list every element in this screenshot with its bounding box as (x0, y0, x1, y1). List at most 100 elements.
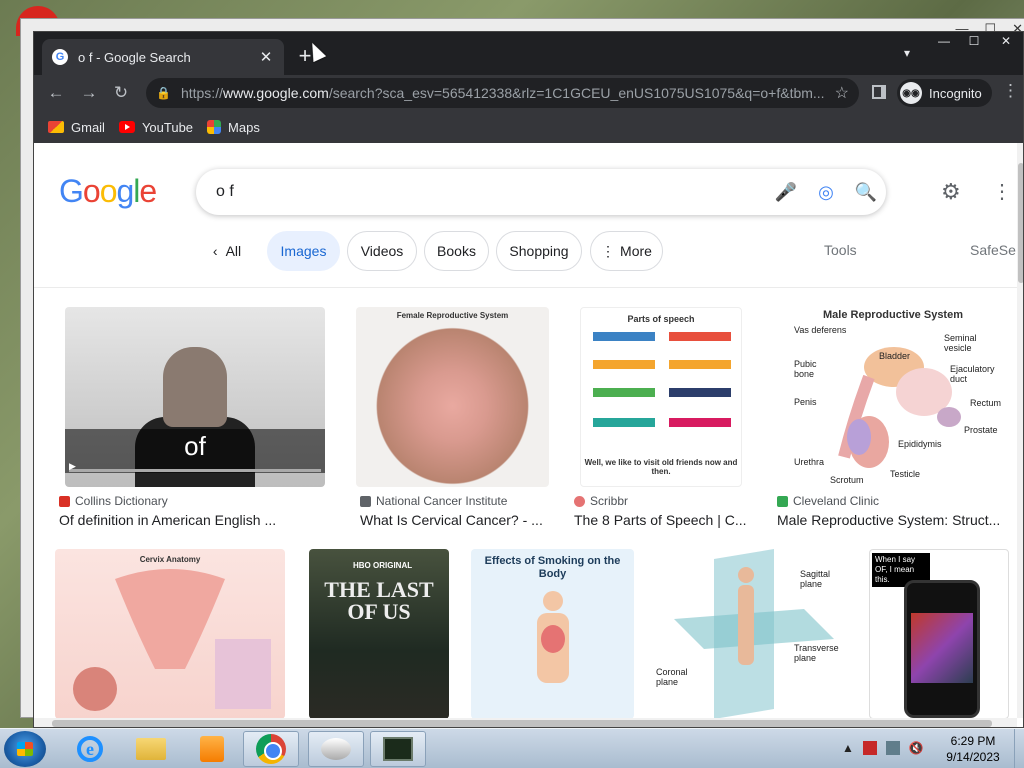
result-title-scribbr[interactable]: The 8 Parts of Speech | C... (574, 512, 754, 528)
result-source-collins[interactable]: Collins Dictionary (59, 494, 168, 508)
chevron-left-icon: ‹ (212, 243, 218, 259)
tab-search-dropdown-icon[interactable]: ▾ (904, 46, 910, 60)
settings-gear-icon[interactable]: ⚙ (941, 179, 961, 205)
image-title: THE LAST OF US (324, 577, 434, 624)
maximize-icon[interactable]: ☐ (959, 32, 989, 50)
pos-row-shape (593, 332, 655, 341)
result-image-nci[interactable]: Female Reproductive System (356, 307, 549, 487)
result-image-collins[interactable]: of ▶ (65, 307, 325, 487)
result-image-cervix[interactable]: Cervix Anatomy (55, 549, 285, 718)
volume-muted-icon[interactable]: 🔇 (909, 741, 924, 755)
system-clock[interactable]: 6:29 PM 9/14/2023 (940, 733, 1006, 765)
cervix-illustration (73, 569, 271, 711)
url-text[interactable]: https://www.google.com/search?sca_esv=56… (181, 85, 835, 101)
taskbar-terminal[interactable] (370, 731, 426, 767)
result-image-smoking[interactable]: Effects of Smoking on the Body (471, 549, 634, 718)
show-hidden-icons-icon[interactable]: ▲ (842, 741, 854, 755)
search-icon[interactable]: 🔍 (846, 182, 886, 203)
minimize-icon[interactable]: — (929, 32, 959, 50)
bookmark-maps[interactable]: Maps (207, 120, 260, 135)
image-header: HBO ORIGINAL (353, 561, 413, 570)
tab-images[interactable]: Images (267, 231, 340, 271)
google-logo[interactable]: Google (59, 173, 157, 210)
bookmark-star-icon[interactable]: ☆ (835, 83, 849, 103)
tools-button[interactable]: Tools (824, 242, 857, 258)
incognito-badge[interactable]: ◉◉ Incognito (897, 79, 992, 107)
safesearch-button[interactable]: SafeSe (970, 242, 1016, 258)
browser-toolbar: ← → ↻ 🔒 https://www.google.com/search?sc… (34, 75, 1023, 111)
result-image-scribbr[interactable]: Parts of speech Well, we like to visit o… (580, 307, 742, 487)
result-source-cleveland[interactable]: Cleveland Clinic (777, 494, 879, 508)
taskbar-internet-explorer[interactable]: e (62, 731, 118, 767)
video-caption-word: of (184, 431, 206, 461)
browser-menu-icon[interactable]: ⋮ (1002, 81, 1019, 101)
anatomy-label: Urethra (794, 457, 825, 467)
vertical-scrollbar[interactable] (1017, 143, 1023, 718)
show-desktop-button[interactable] (1014, 729, 1024, 768)
result-source-nci[interactable]: National Cancer Institute (360, 494, 507, 508)
result-image-phone-meme[interactable]: When I say OF, I mean this. (869, 549, 1009, 718)
forward-icon[interactable]: → (77, 81, 101, 105)
logo-letter: e (139, 173, 157, 209)
address-bar[interactable]: 🔒 https://www.google.com/search?sca_esv=… (146, 78, 859, 108)
chrome-icon (256, 734, 286, 764)
more-vert-icon: ⋮ (601, 242, 616, 259)
action-center-icon[interactable] (862, 741, 877, 755)
folder-icon (136, 738, 166, 760)
start-button[interactable] (4, 731, 46, 767)
side-panel-icon[interactable] (872, 85, 886, 99)
collins-favicon-icon (59, 495, 70, 507)
google-apps-icon[interactable]: ⋮⋮⋮ (992, 179, 1017, 204)
bookmark-gmail[interactable]: Gmail (48, 120, 105, 135)
horizontal-scrollbar[interactable] (34, 718, 1017, 727)
anatomy-label: Penis (794, 397, 817, 407)
google-lens-icon[interactable]: ◎ (806, 182, 846, 203)
close-window-icon[interactable]: ✕ (989, 32, 1023, 50)
reload-icon[interactable]: ↻ (109, 81, 133, 105)
tab-videos[interactable]: Videos (347, 231, 417, 271)
image-footer: Well, we like to visit old friends now a… (584, 458, 738, 476)
taskbar-media-player[interactable] (184, 731, 240, 767)
result-source-scribbr[interactable]: Scribbr (574, 494, 628, 508)
scribbr-favicon-icon (574, 495, 585, 507)
result-title-nci[interactable]: What Is Cervical Cancer? - ... (360, 512, 560, 528)
video-progress-bar (69, 469, 321, 472)
anatomy-label: Scrotum (830, 475, 864, 485)
google-favicon-icon: G (52, 49, 68, 65)
scrollbar-thumb[interactable] (52, 720, 992, 727)
tab-all[interactable]: ‹ All (202, 231, 252, 271)
image-header: Parts of speech (627, 314, 695, 324)
tab-google-search[interactable]: G o f - Google Search ✕ (42, 39, 284, 75)
logo-letter: o (99, 173, 118, 209)
tab-books[interactable]: Books (424, 231, 489, 271)
image-header: Female Reproductive System (396, 311, 509, 320)
result-title-collins[interactable]: Of definition in American English ... (59, 512, 319, 528)
taskbar-file-explorer[interactable] (123, 731, 179, 767)
result-image-last-of-us[interactable]: HBO ORIGINAL THE LAST OF US (309, 549, 449, 718)
network-icon[interactable] (885, 741, 900, 755)
incognito-label: Incognito (929, 85, 982, 101)
taskbar-mouse-app[interactable] (308, 731, 364, 767)
search-input[interactable]: o f (216, 183, 766, 201)
back-icon[interactable]: ← (44, 81, 68, 105)
search-box[interactable]: o f 🎤 ◎ 🔍 (196, 169, 886, 215)
bookmark-youtube[interactable]: YouTube (118, 120, 193, 135)
scrollbar-thumb[interactable] (1018, 163, 1023, 283)
tab-shopping[interactable]: Shopping (496, 231, 582, 271)
tab-close-icon[interactable]: ✕ (258, 48, 274, 66)
mouse-icon (321, 738, 351, 760)
result-title-cleveland[interactable]: Male Reproductive System: Struct... (777, 512, 1012, 528)
result-image-body-planes[interactable]: Sagittal plane Transverse plane Coronal … (654, 549, 846, 718)
bookmarks-bar: Gmail YouTube Maps (34, 111, 1023, 143)
anatomy-label: Rectum (970, 398, 1002, 408)
anatomy-label: Testicle (890, 469, 921, 479)
pos-row-shape (669, 360, 731, 369)
tab-more[interactable]: ⋮ More (590, 231, 663, 271)
plane-label: Transverse plane (794, 643, 839, 663)
lock-icon[interactable]: 🔒 (156, 86, 171, 100)
internet-explorer-icon: e (77, 736, 103, 762)
taskbar-chrome[interactable] (243, 731, 299, 767)
result-image-cleveland[interactable]: Male Reproductive System Vas deferens Se… (774, 307, 1012, 487)
anatomy-label: Epididymis (898, 439, 942, 449)
microphone-icon[interactable]: 🎤 (766, 182, 806, 203)
